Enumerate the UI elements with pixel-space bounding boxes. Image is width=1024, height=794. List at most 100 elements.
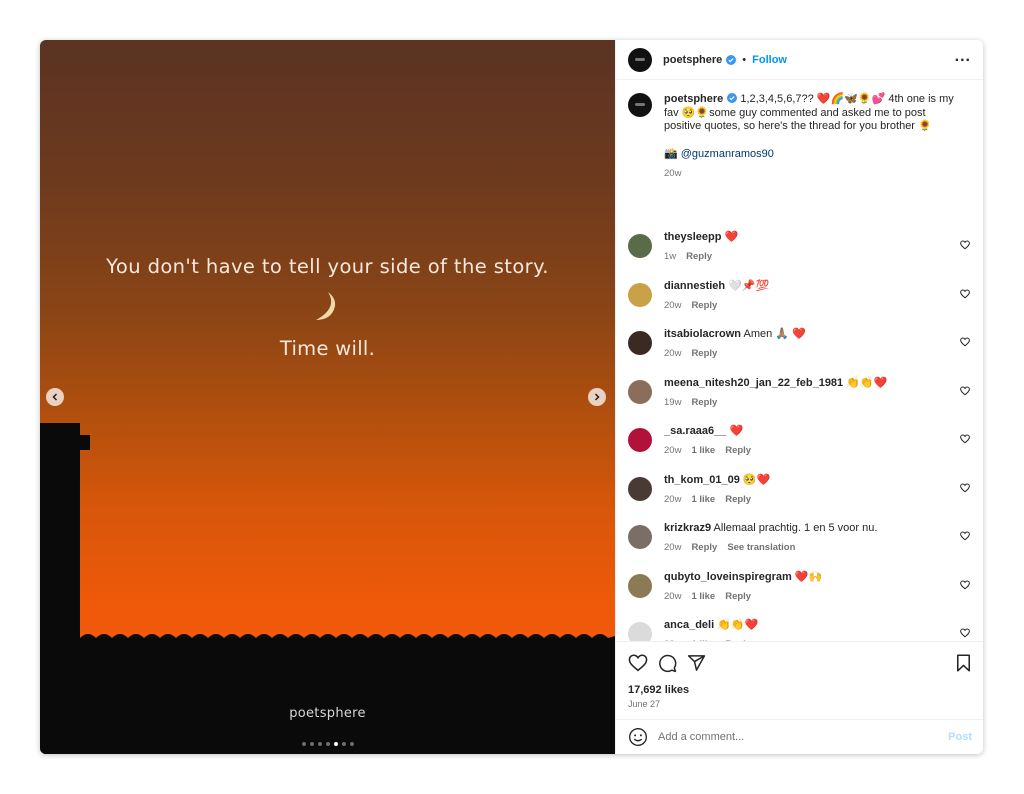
post-image[interactable]: You don't have to tell your side of the … <box>40 40 615 754</box>
comment-time: 20w <box>664 445 682 456</box>
commenter-username[interactable]: krizkraz9 <box>664 522 711 534</box>
commenter-avatar[interactable] <box>628 476 652 501</box>
like-comment-heart-icon[interactable] <box>960 386 970 396</box>
camera-icon: 📸 <box>664 147 678 160</box>
carousel-dot <box>350 742 354 746</box>
previous-image-button[interactable] <box>46 388 64 406</box>
comment-body: qubyto_loveinspiregram ❤️🙌 20w 1 like Reply <box>664 570 954 604</box>
post-details-panel: poetsphere • Follow ... poetsphere 1,2,3… <box>615 40 983 754</box>
commenter-avatar[interactable] <box>628 234 652 258</box>
rooftop-silhouette <box>40 423 615 754</box>
comments-list[interactable]: poetsphere 1,2,3,4,5,6,7?? ❤️🌈🦋🌻💕 4th on… <box>616 81 983 641</box>
comment-like-count[interactable]: 1 like <box>691 445 715 456</box>
see-translation-button[interactable]: See translation <box>727 542 795 553</box>
reply-button[interactable]: Reply <box>691 300 717 311</box>
comment-body: anca_deli 👏👏❤️20w1 likeReply <box>664 618 954 641</box>
chevron-left-icon <box>52 393 58 401</box>
commenter-avatar[interactable] <box>628 282 652 307</box>
send-icon[interactable] <box>687 654 706 672</box>
comment-like-count[interactable]: 1 like <box>691 494 715 505</box>
caption-author-avatar[interactable] <box>628 93 652 117</box>
like-comment-heart-icon[interactable] <box>960 628 970 638</box>
commenter-avatar[interactable] <box>628 622 652 641</box>
comment-time: 1w <box>664 251 677 262</box>
header-separator: • <box>742 53 747 66</box>
commenter-username[interactable]: qubyto_loveinspiregram <box>664 571 792 583</box>
commenter-username[interactable]: theysleepp <box>664 231 721 243</box>
commenter-username[interactable]: meena_nitesh20_jan_22_feb_1981 <box>664 377 843 389</box>
comment-text: 👏👏❤️ <box>717 619 759 631</box>
like-comment-heart-icon[interactable] <box>960 240 970 250</box>
commenter-username[interactable]: itsabiolacrown <box>664 328 741 340</box>
next-image-button[interactable] <box>588 388 606 406</box>
more-options-icon[interactable]: ... <box>955 48 971 68</box>
comment-body: krizkraz9 Allemaal prachtig. 1 en 5 voor… <box>664 521 954 555</box>
post-date: June 27 <box>628 699 661 709</box>
carousel-dot <box>302 742 306 746</box>
comment-time: 20w <box>664 348 682 359</box>
reply-button[interactable]: Reply <box>725 494 751 505</box>
comment-icon[interactable] <box>658 654 677 673</box>
commenter-username[interactable]: th_kom_01_09 <box>664 474 740 486</box>
carousel-indicator <box>302 742 354 746</box>
comment-time: 20w <box>664 542 682 553</box>
comment-time: 20w <box>664 299 682 311</box>
commenter-avatar[interactable] <box>628 331 652 355</box>
comment-meta: 20w 1 like Reply <box>664 590 954 604</box>
like-comment-heart-icon[interactable] <box>960 580 970 590</box>
bookmark-icon[interactable] <box>955 654 972 672</box>
commenter-avatar[interactable] <box>628 525 652 549</box>
reply-button[interactable]: Reply <box>691 397 717 408</box>
smiley-icon[interactable] <box>628 727 648 747</box>
comment-meta: 20w Reply <box>664 347 954 361</box>
verified-badge-icon <box>727 93 738 103</box>
comment-text: ❤️ <box>729 425 744 437</box>
comment-like-count[interactable]: 1 like <box>691 591 715 602</box>
commenter-username[interactable]: diannestieh <box>664 280 725 292</box>
like-comment-heart-icon[interactable] <box>960 289 970 299</box>
reply-button[interactable]: Reply <box>691 348 717 359</box>
image-watermark: poetsphere <box>289 706 366 721</box>
comment-row: _sa.raaa6__ ❤️ 20w 1 like Reply <box>628 424 972 458</box>
follow-button[interactable]: Follow <box>752 54 787 66</box>
commenter-avatar[interactable] <box>628 428 652 452</box>
caption-username[interactable]: poetsphere <box>664 93 723 105</box>
like-comment-heart-icon[interactable] <box>960 483 970 493</box>
like-comment-heart-icon[interactable] <box>960 531 970 541</box>
author-username[interactable]: poetsphere <box>663 54 722 66</box>
comment-body: itsabiolacrown Amen 🙏🏽 ❤️ 20w Reply <box>664 327 954 361</box>
post-modal: You don't have to tell your side of the … <box>40 40 983 754</box>
caption-body: poetsphere 1,2,3,4,5,6,7?? ❤️🌈🦋🌻💕 4th on… <box>664 93 964 231</box>
commenter-avatar[interactable] <box>628 573 652 598</box>
caption-mention-link[interactable]: @guzmanramos90 <box>681 148 774 160</box>
commenter-username[interactable]: _sa.raaa6__ <box>664 425 726 437</box>
reply-button[interactable]: Reply <box>725 445 751 456</box>
comment-body: meena_nitesh20_jan_22_feb_1981 👏👏❤️ 19w Re… <box>664 376 954 410</box>
post-comment-button[interactable]: Post <box>948 731 972 743</box>
carousel-dot <box>310 742 314 746</box>
post-header: poetsphere • Follow ... <box>616 40 983 80</box>
like-comment-heart-icon[interactable] <box>960 337 970 347</box>
heart-icon[interactable] <box>628 654 648 672</box>
carousel-dot <box>318 742 322 746</box>
comment-body: _sa.raaa6__ ❤️ 20w 1 like Reply <box>664 424 954 458</box>
comment-input[interactable] <box>658 731 928 743</box>
commenter-username[interactable]: anca_deli <box>664 619 714 631</box>
commenter-avatar[interactable] <box>628 379 652 404</box>
comment-row: theysleepp ❤️ 1w Reply <box>628 230 972 264</box>
reply-button[interactable]: Reply <box>725 591 751 602</box>
carousel-dot-active <box>334 742 338 746</box>
comment-row: anca_deli 👏👏❤️20w1 likeReply <box>628 618 972 641</box>
likes-count[interactable]: 17,692 likes <box>628 684 689 696</box>
author-avatar[interactable] <box>628 47 652 72</box>
comment-row: krizkraz9 Allemaal prachtig. 1 en 5 voor… <box>628 521 972 555</box>
carousel-dot <box>342 742 346 746</box>
reply-button[interactable]: Reply <box>686 251 712 262</box>
like-comment-heart-icon[interactable] <box>960 434 970 444</box>
reply-button[interactable]: Reply <box>691 542 717 553</box>
comment-text: ❤️ <box>724 231 739 243</box>
crescent-moon <box>316 292 336 320</box>
quote-line-2: Time will. <box>279 337 376 360</box>
comment-row: qubyto_loveinspiregram ❤️🙌 20w 1 like Reply <box>628 570 972 604</box>
comment-time: 19w <box>664 396 682 408</box>
